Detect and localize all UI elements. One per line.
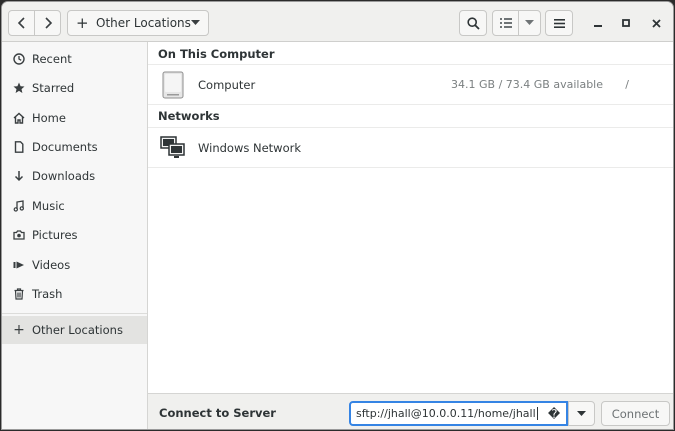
plus-icon: + (76, 13, 89, 32)
header-bar: + Other Locations (2, 2, 673, 42)
view-mode-button[interactable] (492, 10, 519, 36)
sidebar-item-trash[interactable]: Trash (2, 280, 147, 308)
location-name: Computer (198, 77, 256, 92)
close-icon (651, 18, 661, 28)
sidebar-item-label: Videos (32, 258, 71, 272)
text-cursor (536, 407, 538, 421)
hamburger-icon (553, 18, 565, 28)
chevron-right-icon (44, 17, 52, 29)
hard-drive-icon (159, 71, 187, 99)
minimize-icon (594, 25, 602, 27)
server-address-value: sftp://jhall@10.0.0.11/home/jhall (356, 407, 545, 421)
sidebar-item-other-locations[interactable]: + Other Locations (2, 316, 147, 344)
sidebar-item-label: Home (32, 111, 66, 125)
search-button[interactable] (459, 10, 487, 36)
trash-icon (12, 287, 26, 301)
list-view-icon (499, 18, 512, 28)
sidebar-item-starred[interactable]: Starred (2, 74, 147, 102)
sidebar-item-pictures[interactable]: Pictures (2, 221, 147, 249)
star-icon (12, 81, 26, 95)
sidebar-item-videos[interactable]: Videos (2, 251, 147, 279)
connect-to-server-bar: Connect to Server sftp://jhall@10.0.0.11… (148, 393, 673, 429)
minimize-button[interactable] (585, 10, 611, 36)
download-icon (12, 169, 26, 183)
sidebar-item-home[interactable]: Home (2, 104, 147, 132)
places-sidebar: Recent Starred Home Documents Downloads … (2, 42, 148, 429)
locations-view: On This Computer Computer 34.1 GB / 73.4… (148, 42, 673, 393)
path-label: Other Locations (96, 16, 191, 30)
caret-down-icon (525, 20, 534, 25)
server-address-input[interactable]: sftp://jhall@10.0.0.11/home/jhall � (349, 401, 568, 426)
sidebar-item-recent[interactable]: Recent (2, 45, 147, 73)
camera-icon (12, 228, 26, 242)
location-name: Windows Network (198, 140, 302, 155)
connect-label: Connect to Server (159, 406, 276, 420)
help-icon[interactable]: � (545, 407, 563, 421)
caret-down-icon (577, 410, 586, 416)
section-title-networks: Networks (158, 109, 220, 123)
sidebar-item-downloads[interactable]: Downloads (2, 162, 147, 190)
sidebar-item-documents[interactable]: Documents (2, 133, 147, 161)
close-button[interactable] (643, 10, 669, 36)
caret-down-icon (191, 20, 200, 25)
video-icon (12, 258, 26, 272)
mount-point: / (625, 78, 629, 91)
search-icon (466, 16, 480, 30)
sidebar-item-label: Recent (32, 52, 72, 66)
maximize-icon (622, 19, 630, 27)
sidebar-item-label: Starred (32, 81, 75, 95)
connect-button[interactable]: Connect (601, 401, 670, 426)
sidebar-item-label: Documents (32, 140, 98, 154)
location-row-computer[interactable]: Computer 34.1 GB / 73.4 GB available / (148, 65, 673, 105)
server-address-text: sftp://jhall@10.0.0.11/home/jhall (356, 406, 536, 420)
forward-button[interactable] (34, 10, 61, 36)
section-title-on-this-computer: On This Computer (158, 47, 275, 61)
location-path-button[interactable]: + Other Locations (67, 10, 209, 36)
sidebar-item-label: Downloads (32, 169, 96, 183)
home-icon (12, 111, 26, 125)
maximize-button[interactable] (613, 10, 639, 36)
navigation-buttons (8, 10, 62, 36)
main-menu-button[interactable] (545, 10, 573, 36)
view-options-dropdown[interactable] (518, 10, 541, 36)
network-icon (159, 134, 187, 162)
sidebar-item-music[interactable]: Music (2, 192, 147, 220)
recent-servers-dropdown[interactable] (568, 401, 595, 426)
clock-icon (12, 52, 26, 66)
sidebar-separator (2, 313, 147, 314)
sidebar-item-label: Trash (32, 287, 63, 301)
file-manager-window: + Other Locations Recent Starred Home Do… (1, 1, 674, 430)
location-row-windows-network[interactable]: Windows Network (148, 128, 673, 168)
storage-available: 34.1 GB / 73.4 GB available (451, 78, 603, 91)
music-icon (12, 199, 26, 213)
sidebar-item-label: Other Locations (32, 323, 123, 337)
plus-icon: + (13, 322, 25, 338)
document-icon (12, 140, 26, 154)
sidebar-item-label: Music (32, 199, 65, 213)
chevron-left-icon (17, 17, 25, 29)
sidebar-item-label: Pictures (32, 228, 78, 242)
back-button[interactable] (8, 10, 35, 36)
